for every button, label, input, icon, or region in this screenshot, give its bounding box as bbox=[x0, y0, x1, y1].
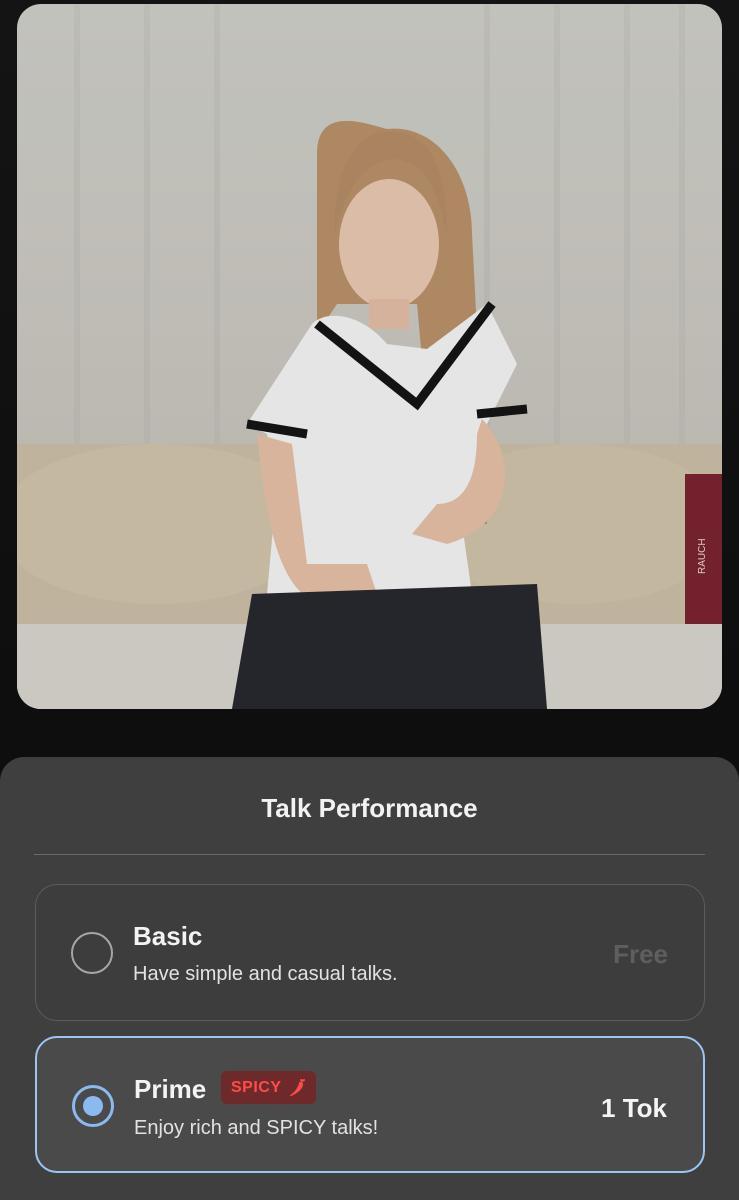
option-description: Enjoy rich and SPICY talks! bbox=[134, 1117, 379, 1139]
option-basic[interactable]: Basic Have simple and casual talks. Free bbox=[35, 884, 705, 1021]
radio-dot bbox=[83, 1096, 103, 1116]
option-prime[interactable]: Prime SPICY Enjoy rich and SPICY talks! … bbox=[35, 1036, 705, 1173]
divider bbox=[34, 854, 705, 855]
chili-pepper-icon bbox=[289, 1078, 305, 1096]
option-description: Have simple and casual talks. bbox=[133, 963, 398, 985]
option-name: Basic bbox=[133, 921, 203, 951]
radio-unselected-icon[interactable] bbox=[71, 932, 113, 974]
option-name: Prime bbox=[134, 1074, 207, 1104]
option-price: 1 Tok bbox=[601, 1093, 667, 1123]
option-price: Free bbox=[613, 939, 668, 969]
spicy-badge-label: SPICY bbox=[231, 1078, 282, 1096]
app-screen: RAUCH Talk Performance Basic Have simple… bbox=[0, 0, 739, 1200]
sheet-title: Talk Performance bbox=[261, 793, 478, 823]
video-preview[interactable]: RAUCH bbox=[17, 4, 722, 709]
talk-performance-sheet: Talk Performance Basic Have simple and c… bbox=[0, 757, 739, 1200]
radio-selected-icon[interactable] bbox=[72, 1085, 114, 1127]
video-overlay bbox=[17, 4, 722, 709]
spicy-badge: SPICY bbox=[221, 1071, 316, 1104]
